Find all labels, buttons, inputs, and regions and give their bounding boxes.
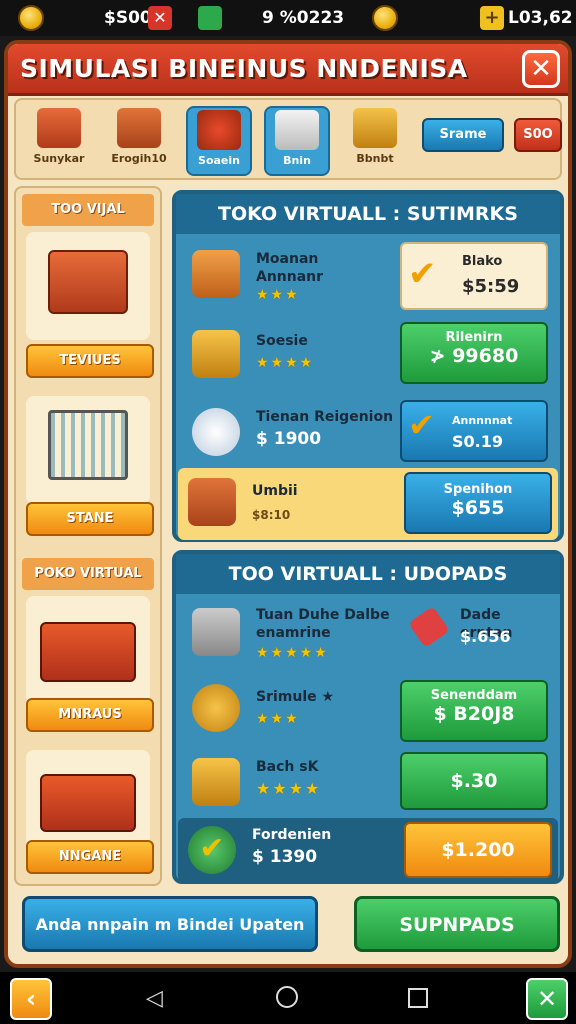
list-item: Umbii $8:10 Spenihon $655 [178,468,558,540]
cart-icon [188,478,236,526]
buy-button[interactable]: Spenihon $655 [404,472,552,534]
shopkeeper-icon [192,330,240,378]
fridge-icon [192,608,240,656]
shopping-bag-icon [353,108,397,148]
left-button-1[interactable]: TEVIUES [26,344,154,378]
globe-icon [192,408,240,456]
shopping-cart-icon [48,410,128,480]
left-button-4[interactable]: NNGANE [26,840,154,874]
nav-recents-icon[interactable] [408,988,428,1008]
checkmark-icon: ✔ [408,254,437,294]
store-panel-2: TOO VIRTUALL : UDOPADS Tuan Duhe Dalbe e… [172,550,564,884]
red-close-icon[interactable]: ✕ [148,4,172,32]
list-item: Tuan Duhe Dalbe enamrine ★★★★★ Dade ernt… [182,598,554,674]
title-bar: SIMULASI BINEINUS NNDENISA ✕ [8,44,568,96]
navigation-bar: ‹ ◁ ✕ [0,972,576,1024]
cart-icon [48,250,128,314]
list-item: Bach sK ★★★★ $.30 [182,750,554,816]
crate-icon [117,108,161,148]
list-item: Soesie ★★★★ Rilenirn ≯ 99680 [182,318,554,394]
cart-card-1[interactable] [26,232,150,340]
cart-icon [192,758,240,806]
top-red-button[interactable]: S0O [514,118,562,152]
currency-value-left: $S00 [104,8,152,28]
drink-icon [275,110,319,150]
list-item: ✔ Fordenien $ 1390 $1.200 [178,818,558,882]
upgrade-button[interactable]: SUPNPADS [354,896,560,952]
green-card-icon[interactable] [198,4,222,32]
product-icon [192,250,240,298]
nav-home-icon[interactable] [276,986,298,1008]
category-item-3[interactable]: Bnin [264,106,330,176]
coin-icon [18,4,44,32]
list-item: Srimule ★ ★★★ Senenddam $ B20J8 [182,676,554,748]
left-column: TOO VIJAL TEVIUES STANE POKO VIRTUAL MNR… [14,186,162,886]
left-header-1: TOO VIJAL [22,194,154,226]
left-button-3[interactable]: MNRAUS [26,698,154,732]
store-panel-1-title: TOKO VIRTUALL : SUTIMRKS [176,194,560,234]
basket-icon [37,108,81,148]
checkmark-icon: ✔ [188,826,236,874]
store-panel-2-title: TOO VIRTUALL : UDOPADS [176,554,560,594]
back-arrow-icon[interactable]: ‹ [10,978,52,1020]
category-item-2[interactable]: Soaein [186,106,252,176]
badge-icon [192,684,240,732]
price-button[interactable]: ✔ Annnnnat S0.19 [400,400,548,462]
close-button[interactable]: ✕ [522,50,560,88]
status-bar: $S00 ✕ 9 %0223 + L03,62 [0,0,576,36]
truck-icon [40,622,136,682]
confirm-close-icon[interactable]: ✕ [526,978,568,1020]
add-currency-icon[interactable]: + [480,4,504,32]
buy-button[interactable]: Rilenirn ≯ 99680 [400,322,548,384]
category-row: Sunykar Erogih10 Soaein Bnin Bbnbt Srame… [14,98,562,180]
category-item-4[interactable]: Bbnbt [342,106,408,176]
buy-button[interactable]: $.30 [400,752,548,810]
category-item-0[interactable]: Sunykar [26,106,92,176]
info-button[interactable]: Anda nnpain m Bindei Upaten [22,896,318,952]
marker-icon [408,606,450,648]
list-item: Moanan Annnanr ★★★ ✔ Blako $5:59 [182,238,554,314]
left-header-2: POKO VIRTUAL [22,558,154,590]
buy-button[interactable]: $1.200 [404,822,552,878]
store-panel-1: TOKO VIRTUALL : SUTIMRKS Moanan Annnanr … [172,190,564,542]
page-title: SIMULASI BINEINUS NNDENISA [20,54,468,83]
checkmark-icon: ✔ [408,406,435,444]
category-item-1[interactable]: Erogih10 [106,106,172,176]
top-blue-button[interactable]: Srame [422,118,504,152]
gold-lightbulb-icon [372,4,398,32]
cart-card-2[interactable] [26,396,150,504]
currency-value-right: L03,62 [508,8,573,28]
center-value: 9 %0223 [262,8,345,28]
bag-icon [197,110,241,150]
list-item: Tienan Reigenion $ 1900 ✔ Annnnnat S0.19 [182,398,554,466]
buy-button[interactable]: Senenddam $ B20J8 [400,680,548,742]
main-panel: SIMULASI BINEINUS NNDENISA ✕ Sunykar Ero… [4,40,572,968]
left-button-2[interactable]: STANE [26,502,154,536]
nav-back-icon[interactable]: ◁ [146,986,163,1011]
van-icon [40,774,136,832]
price-button[interactable]: ✔ Blako $5:59 [400,242,548,310]
truck-card-1[interactable] [26,596,150,704]
